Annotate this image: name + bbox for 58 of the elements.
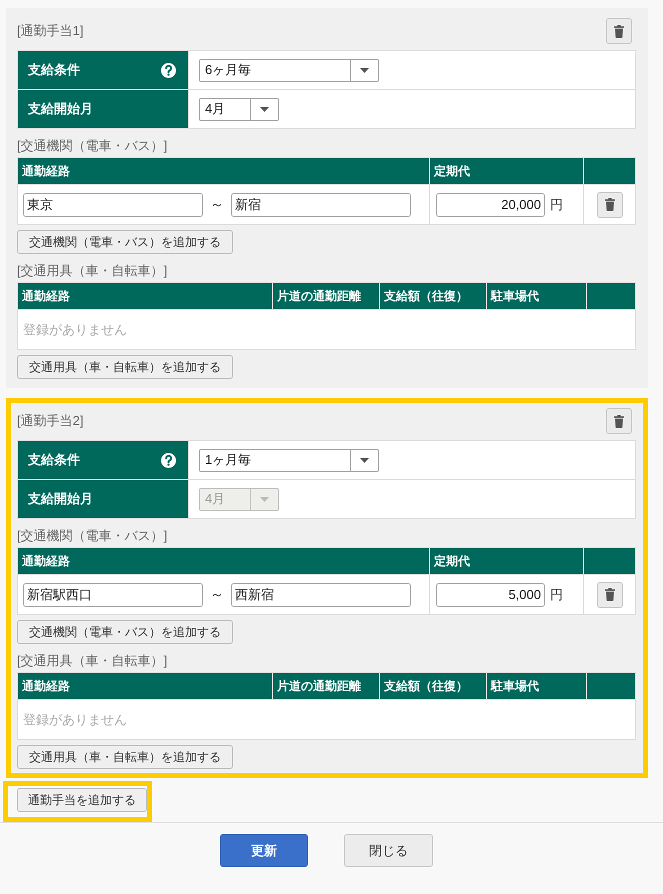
fare-field[interactable]: 20,000 xyxy=(436,192,545,216)
setting-label: 支給条件 xyxy=(28,61,80,79)
add-transit-button[interactable]: 交通機関（電車・バス）を追加する xyxy=(17,230,233,254)
dropdown[interactable]: 6ヶ月毎 xyxy=(199,58,379,82)
column-header: 片道の通勤距離 xyxy=(272,672,380,700)
caret-icon xyxy=(260,106,269,112)
delete-button[interactable] xyxy=(596,582,622,608)
setting-label: 支給開始月 xyxy=(28,490,93,508)
add-allowance-button[interactable]: 通勤手当を追加する xyxy=(17,788,147,812)
dropdown[interactable]: 4月 xyxy=(199,98,279,120)
trash-icon xyxy=(614,24,624,38)
column-header: 通勤経路 xyxy=(18,548,430,574)
column-header: 通勤経路 xyxy=(18,282,272,310)
caret-icon xyxy=(360,68,369,72)
currency-unit: 円 xyxy=(550,586,563,604)
route-from-field[interactable]: 東京 xyxy=(23,192,203,216)
caret-icon xyxy=(260,496,269,502)
section-heading: [交通機関（電車・バス）] xyxy=(17,138,168,154)
column-header: 支給額（往復） xyxy=(380,282,486,310)
empty-message: 登録がありません xyxy=(23,712,127,726)
help-icon[interactable] xyxy=(161,62,176,78)
add-transit-button[interactable]: 交通機関（電車・バス）を追加する xyxy=(17,620,233,644)
column-header: 駐車場代 xyxy=(486,672,586,700)
trash-icon xyxy=(604,198,614,211)
column-header: 片道の通勤距離 xyxy=(272,282,380,310)
column-header: 駐車場代 xyxy=(486,282,586,310)
section-heading: [交通用具（車・自転車）] xyxy=(17,653,168,669)
trash-icon xyxy=(614,414,624,428)
help-icon[interactable] xyxy=(161,452,176,468)
column-header: 通勤経路 xyxy=(18,672,272,700)
column-header: 定期代 xyxy=(430,548,584,574)
section-title: [通勤手当2] xyxy=(17,413,84,429)
route-to-field[interactable]: 新宿 xyxy=(231,192,411,216)
section-heading: [交通機関（電車・バス）] xyxy=(17,528,168,544)
currency-unit: 円 xyxy=(550,196,563,214)
setting-label: 支給条件 xyxy=(28,451,80,469)
dropdown[interactable]: 1ヶ月毎 xyxy=(199,448,379,472)
column-header: 通勤経路 xyxy=(18,158,430,184)
add-vehicle-button[interactable]: 交通用具（車・自転車）を追加する xyxy=(17,355,233,379)
update-button[interactable]: 更新 xyxy=(220,834,308,867)
range-separator: ～ xyxy=(209,586,225,604)
delete-button[interactable] xyxy=(606,408,632,434)
trash-icon xyxy=(604,588,614,601)
column-header: 定期代 xyxy=(430,158,584,184)
route-to-field[interactable]: 西新宿 xyxy=(231,582,411,606)
column-header: 支給額（往復） xyxy=(380,672,486,700)
section-heading: [交通用具（車・自転車）] xyxy=(17,263,168,279)
delete-button[interactable] xyxy=(606,18,632,44)
empty-message: 登録がありません xyxy=(23,322,127,336)
fare-field[interactable]: 5,000 xyxy=(436,582,545,606)
setting-label: 支給開始月 xyxy=(28,100,93,118)
delete-button[interactable] xyxy=(596,192,622,218)
route-from-field[interactable]: 新宿駅西口 xyxy=(23,582,203,606)
add-vehicle-button[interactable]: 交通用具（車・自転車）を追加する xyxy=(17,745,233,769)
close-button[interactable]: 閉じる xyxy=(344,834,433,867)
caret-icon xyxy=(360,458,369,462)
range-separator: ～ xyxy=(209,196,225,214)
section-title: [通勤手当1] xyxy=(17,23,84,39)
